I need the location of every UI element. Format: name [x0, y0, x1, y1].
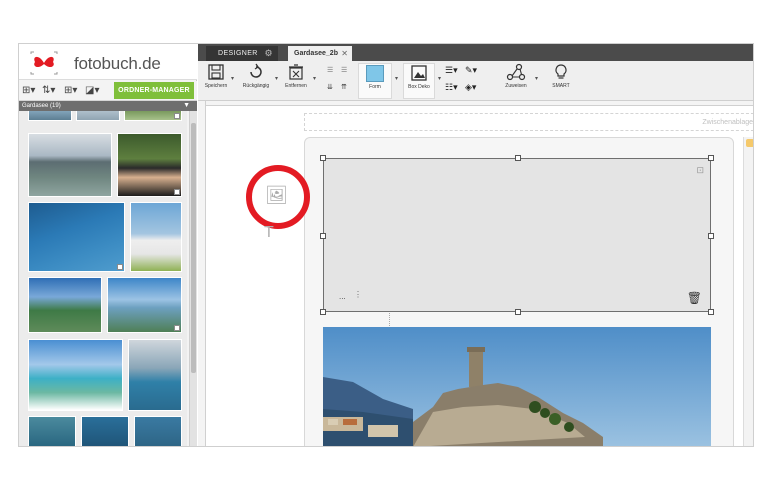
castle-photo	[323, 327, 711, 446]
chevron-down-icon[interactable]: ▾	[231, 75, 234, 82]
smart-button[interactable]: SMART	[546, 63, 576, 99]
resize-handle[interactable]	[320, 155, 326, 161]
align-icon[interactable]: ☰	[341, 66, 347, 74]
undo-icon	[250, 63, 262, 78]
app-window: fotobuch.de ⊞▾ ⇅▾ ⊞▾ ◪▾ ORDNER-MANAGER G…	[18, 43, 754, 447]
line-style-icon[interactable]: ☰▾	[445, 65, 458, 76]
photo-thumb[interactable]	[28, 277, 102, 333]
resize-handle[interactable]	[515, 155, 521, 161]
photo-thumb[interactable]	[81, 416, 129, 446]
tab-designer[interactable]: DESIGNER ⚙	[206, 46, 278, 61]
resize-handle[interactable]	[515, 309, 521, 315]
align-icon[interactable]: ☰	[327, 66, 333, 74]
photo-thumb[interactable]	[76, 111, 120, 121]
frame-view-icon[interactable]: ◪▾	[85, 84, 105, 98]
box-deko-button[interactable]: Box Deko	[403, 63, 435, 99]
select-all-icon[interactable]: ⊞▾	[22, 84, 42, 98]
left-scrollbar[interactable]	[189, 111, 197, 446]
vertical-ruler	[198, 101, 206, 446]
form-color-icon	[366, 65, 384, 82]
undo-button[interactable]: Rückgängig	[240, 63, 272, 99]
more-options[interactable]: ...	[339, 292, 346, 301]
scrollbar-thumb[interactable]	[746, 139, 753, 147]
form-button[interactable]: Form	[358, 63, 392, 99]
trash-icon[interactable]: 🗑	[687, 291, 702, 305]
left-toolbar: ⊞▾ ⇅▾ ⊞▾ ◪▾ ORDNER-MANAGER	[19, 81, 197, 101]
checkbox-icon[interactable]	[117, 264, 123, 270]
photo-thumb[interactable]	[107, 277, 182, 333]
main-toolbar: Speichern ▾ Rückgängig ▾ Entfernen ▾ ☰ ☰…	[198, 61, 753, 101]
fill-bucket-icon[interactable]: ◈▾	[465, 82, 476, 93]
line-dash-icon[interactable]: ☷▾	[445, 82, 458, 93]
page-photo[interactable]	[323, 327, 711, 446]
chevron-down-icon[interactable]: ▾	[313, 75, 316, 82]
gear-icon[interactable]: ⚙	[265, 46, 273, 61]
save-icon	[208, 64, 224, 80]
design-canvas: Zwischenablage ⊡ ... ⋮ 🗑 🖼 T	[198, 101, 753, 446]
image-placeholder-frame[interactable]: ⊡ ... ⋮ 🗑	[320, 155, 714, 315]
left-panel: fotobuch.de ⊞▾ ⇅▾ ⊞▾ ◪▾ ORDNER-MANAGER G…	[19, 44, 197, 446]
clipboard-area[interactable]: Zwischenablage	[304, 113, 753, 131]
checkbox-icon[interactable]	[174, 325, 180, 331]
album-header[interactable]: Gardasee (19) ▼	[19, 101, 197, 111]
photo-thumb[interactable]	[28, 111, 72, 121]
assign-button[interactable]: Zuweisen	[498, 63, 534, 99]
connect-icon	[506, 63, 526, 81]
scrollbar-thumb[interactable]	[191, 123, 196, 373]
remove-icon	[289, 64, 303, 80]
chevron-down-icon[interactable]: ▾	[395, 75, 398, 82]
add-image-icon[interactable]: 🖼	[265, 185, 288, 206]
photo-thumb[interactable]	[28, 133, 112, 197]
butterfly-logo-icon	[30, 51, 58, 75]
zoom-icon[interactable]: ⊡	[696, 165, 704, 176]
layer-down-icon[interactable]: ⇊	[327, 83, 333, 91]
photo-thumb[interactable]	[130, 202, 182, 272]
photo-thumb[interactable]	[124, 111, 182, 121]
resize-handle[interactable]	[320, 233, 326, 239]
remove-button[interactable]: Entfernen	[282, 63, 310, 99]
photo-thumb[interactable]	[117, 133, 182, 197]
photo-thumb[interactable]	[28, 339, 123, 411]
vertical-dots-icon[interactable]: ⋮	[354, 290, 362, 299]
checkbox-icon[interactable]	[174, 113, 180, 119]
add-text-icon[interactable]: T	[264, 224, 274, 242]
photo-thumb[interactable]	[28, 202, 125, 272]
chevron-down-icon[interactable]: ▾	[275, 75, 278, 82]
tab-document[interactable]: Gardasee_2b ✕	[288, 46, 352, 61]
chevron-down-icon[interactable]: ▾	[535, 75, 538, 82]
photo-thumb[interactable]	[28, 416, 76, 446]
collapse-icon[interactable]: ▼	[183, 101, 190, 111]
horizontal-ruler	[206, 101, 753, 106]
resize-handle[interactable]	[708, 309, 714, 315]
photo-thumb[interactable]	[134, 416, 182, 446]
grid-view-icon[interactable]: ⊞▾	[64, 84, 84, 98]
right-scrollbar[interactable]	[743, 137, 753, 446]
tab-bar: DESIGNER ⚙ Gardasee_2b ✕	[198, 44, 753, 61]
logo-area: fotobuch.de	[19, 44, 197, 80]
checkbox-icon[interactable]	[174, 189, 180, 195]
layer-up-icon[interactable]: ⇈	[341, 83, 347, 91]
save-button[interactable]: Speichern	[202, 63, 230, 99]
ordner-manager-button[interactable]: ORDNER-MANAGER	[114, 82, 194, 99]
resize-handle[interactable]	[320, 309, 326, 315]
chevron-down-icon[interactable]: ▾	[438, 75, 441, 82]
pen-icon[interactable]: ✎▾	[465, 65, 477, 76]
close-icon[interactable]: ✕	[341, 46, 348, 61]
resize-handle[interactable]	[708, 233, 714, 239]
sort-icon[interactable]: ⇅▾	[42, 84, 62, 98]
photo-thumb[interactable]	[128, 339, 182, 411]
lightbulb-icon	[555, 64, 567, 79]
photo-thumbnails	[19, 111, 187, 446]
image-frame-icon	[411, 65, 427, 81]
resize-handle[interactable]	[708, 155, 714, 161]
brand-name: fotobuch.de	[74, 54, 161, 73]
